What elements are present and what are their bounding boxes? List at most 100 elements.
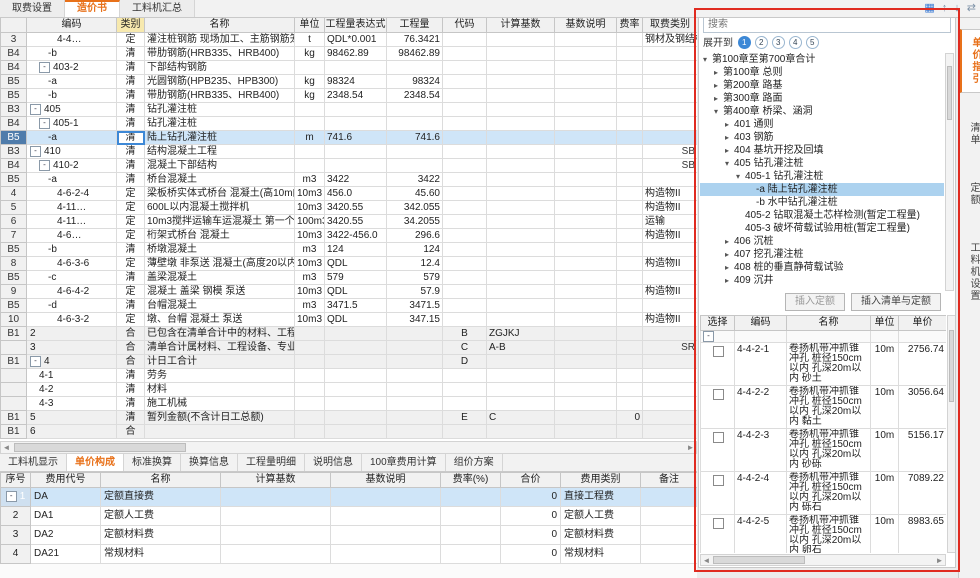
chevron-right-icon[interactable]: ▸ xyxy=(725,144,734,157)
row-checkbox[interactable] xyxy=(713,518,724,529)
rate-cell[interactable] xyxy=(617,313,643,327)
price-unit-cell[interactable]: 10m xyxy=(871,386,899,429)
price-column-header-4[interactable]: 单位 xyxy=(871,316,899,331)
fee-row[interactable]: 2DA1定额人工费0定额人工费 xyxy=(1,507,698,526)
name-cell[interactable] xyxy=(145,425,295,439)
price-value-cell[interactable]: 8983.65 xyxy=(899,515,947,554)
fee-column-header-8[interactable]: 费用类别 xyxy=(561,473,641,488)
row-number-cell[interactable]: B5 xyxy=(1,131,27,145)
fee-category-cell[interactable] xyxy=(643,75,698,89)
name-cell[interactable]: 600L以内混凝土搅拌机 xyxy=(145,201,295,215)
quantity-cell[interactable]: 98462.89 xyxy=(387,47,443,61)
group-cell[interactable]: - xyxy=(701,331,735,343)
rate-cell[interactable] xyxy=(617,257,643,271)
name-cell[interactable]: 桁架式桥台 混凝土 xyxy=(145,229,295,243)
fee-rate-cell[interactable] xyxy=(441,488,501,507)
price-row[interactable]: 4-4-2-5卷扬机带冲抓锥冲孔 桩径150cm以内 孔深20m以内 卵石10m… xyxy=(701,515,947,554)
code-cell[interactable]: -410 xyxy=(27,145,117,159)
code-letter-cell[interactable] xyxy=(443,369,487,383)
row-number-cell[interactable]: B5 xyxy=(1,89,27,103)
main-tab-造价书[interactable]: 造价书 xyxy=(65,0,120,17)
unit-cell[interactable] xyxy=(295,355,325,369)
grid-row[interactable]: B16合 xyxy=(1,425,698,439)
fee-column-header-2[interactable]: 费用代号 xyxy=(31,473,101,488)
bottom-tab-单价构成[interactable]: 单价构成 xyxy=(67,454,124,471)
category-cell[interactable]: 定 xyxy=(117,201,145,215)
fee-name-cell[interactable]: 常规材料 xyxy=(101,545,221,564)
calc-base-cell[interactable] xyxy=(487,47,555,61)
base-note-cell[interactable] xyxy=(555,145,617,159)
column-header-1[interactable]: 编码 xyxy=(27,18,117,33)
fee-category-cell[interactable]: 定额人工费 xyxy=(561,507,641,526)
code-cell[interactable]: -a xyxy=(27,75,117,89)
rate-cell[interactable] xyxy=(617,383,643,397)
unit-cell[interactable] xyxy=(295,117,325,131)
code-letter-cell[interactable] xyxy=(443,159,487,173)
unit-cell[interactable] xyxy=(295,61,325,75)
fee-row-number-cell[interactable]: 3 xyxy=(1,526,31,545)
scroll-left-icon[interactable]: ◄ xyxy=(1,442,12,453)
calc-base-cell[interactable] xyxy=(487,173,555,187)
name-cell[interactable]: 材料 xyxy=(145,383,295,397)
row-number-cell[interactable]: 10 xyxy=(1,313,27,327)
grid-row[interactable]: B3-410清结构混凝土工程SB xyxy=(1,145,698,159)
column-header-6[interactable]: 工程量 xyxy=(387,18,443,33)
rate-cell[interactable] xyxy=(617,271,643,285)
row-number-cell[interactable]: B4 xyxy=(1,61,27,75)
swap-icon[interactable]: ⇄ xyxy=(967,1,976,16)
fee-category-cell[interactable] xyxy=(643,425,698,439)
base-note-cell[interactable] xyxy=(555,173,617,187)
quantity-expression-cell[interactable]: 3420.55 xyxy=(325,201,387,215)
base-note-cell[interactable] xyxy=(555,33,617,47)
tree-item[interactable]: ▾第400章 桥梁、涵洞 xyxy=(700,105,944,118)
collapse-icon[interactable]: - xyxy=(6,491,17,502)
code-letter-cell[interactable] xyxy=(443,187,487,201)
price-group-row[interactable]: - xyxy=(701,331,947,343)
unit-cell[interactable] xyxy=(295,369,325,383)
fee-base-note-cell[interactable] xyxy=(331,507,441,526)
price-column-header-1[interactable]: 选择 xyxy=(701,316,735,331)
row-number-cell[interactable]: B5 xyxy=(1,299,27,313)
chevron-down-icon[interactable]: ▾ xyxy=(725,157,734,170)
move-up-icon[interactable]: ↑ xyxy=(942,1,948,16)
grid-row[interactable]: 3合清单合计属材料、工程设备、专业工…CA-BSR xyxy=(1,341,698,355)
base-note-cell[interactable] xyxy=(555,201,617,215)
grid-row[interactable]: B5-b清带肋钢筋(HRB335、HRB400)kg2348.542348.54 xyxy=(1,89,698,103)
fee-total-cell[interactable]: 0 xyxy=(501,545,561,564)
code-letter-cell[interactable]: E xyxy=(443,411,487,425)
calc-base-cell[interactable] xyxy=(487,299,555,313)
rate-cell[interactable] xyxy=(617,355,643,369)
fee-remark-cell[interactable] xyxy=(641,488,698,507)
base-note-cell[interactable] xyxy=(555,369,617,383)
base-note-cell[interactable] xyxy=(555,285,617,299)
row-number-cell[interactable]: 5 xyxy=(1,201,27,215)
unit-cell[interactable]: 10m3 xyxy=(295,229,325,243)
collapse-icon[interactable]: - xyxy=(39,160,50,171)
calc-base-cell[interactable] xyxy=(487,159,555,173)
quantity-cell[interactable]: 98324 xyxy=(387,75,443,89)
move-down-icon[interactable]: ↓ xyxy=(954,1,960,16)
base-note-cell[interactable] xyxy=(555,299,617,313)
fee-category-cell[interactable] xyxy=(643,355,698,369)
unit-cell[interactable] xyxy=(295,159,325,173)
price-value-cell[interactable]: 2756.74 xyxy=(899,343,947,386)
fee-base-note-cell[interactable] xyxy=(331,526,441,545)
code-cell[interactable]: 4-2 xyxy=(27,383,117,397)
grid-row[interactable]: 54-11…定600L以内混凝土搅拌机10m33420.55342.055构造物… xyxy=(1,201,698,215)
price-row[interactable]: 4-4-2-2卷扬机带冲抓锥冲孔 桩径150cm以内 孔深20m以内 黏土10m… xyxy=(701,386,947,429)
name-cell[interactable]: 灌注桩钢筋 现场加工、主筋钢筋笼连接 xyxy=(145,33,295,47)
quantity-cell[interactable] xyxy=(387,369,443,383)
tree-item[interactable]: -b 水中钻孔灌注桩 xyxy=(700,196,944,209)
grid-row[interactable]: 104-6-3-2定墩、台帽 混凝土 泵送10m3QDL347.15构造物II xyxy=(1,313,698,327)
fee-rate-cell[interactable] xyxy=(441,526,501,545)
fee-total-cell[interactable]: 0 xyxy=(501,526,561,545)
category-cell[interactable]: 定 xyxy=(117,285,145,299)
price-code-cell[interactable]: 4-4-2-1 xyxy=(735,343,787,386)
quantity-expression-cell[interactable]: 3471.5 xyxy=(325,299,387,313)
category-cell[interactable]: 清 xyxy=(117,47,145,61)
quantity-expression-cell[interactable] xyxy=(325,425,387,439)
base-note-cell[interactable] xyxy=(555,257,617,271)
side-tab-工料机设置[interactable]: 工料机设置 xyxy=(960,235,980,309)
code-letter-cell[interactable] xyxy=(443,229,487,243)
base-note-cell[interactable] xyxy=(555,159,617,173)
